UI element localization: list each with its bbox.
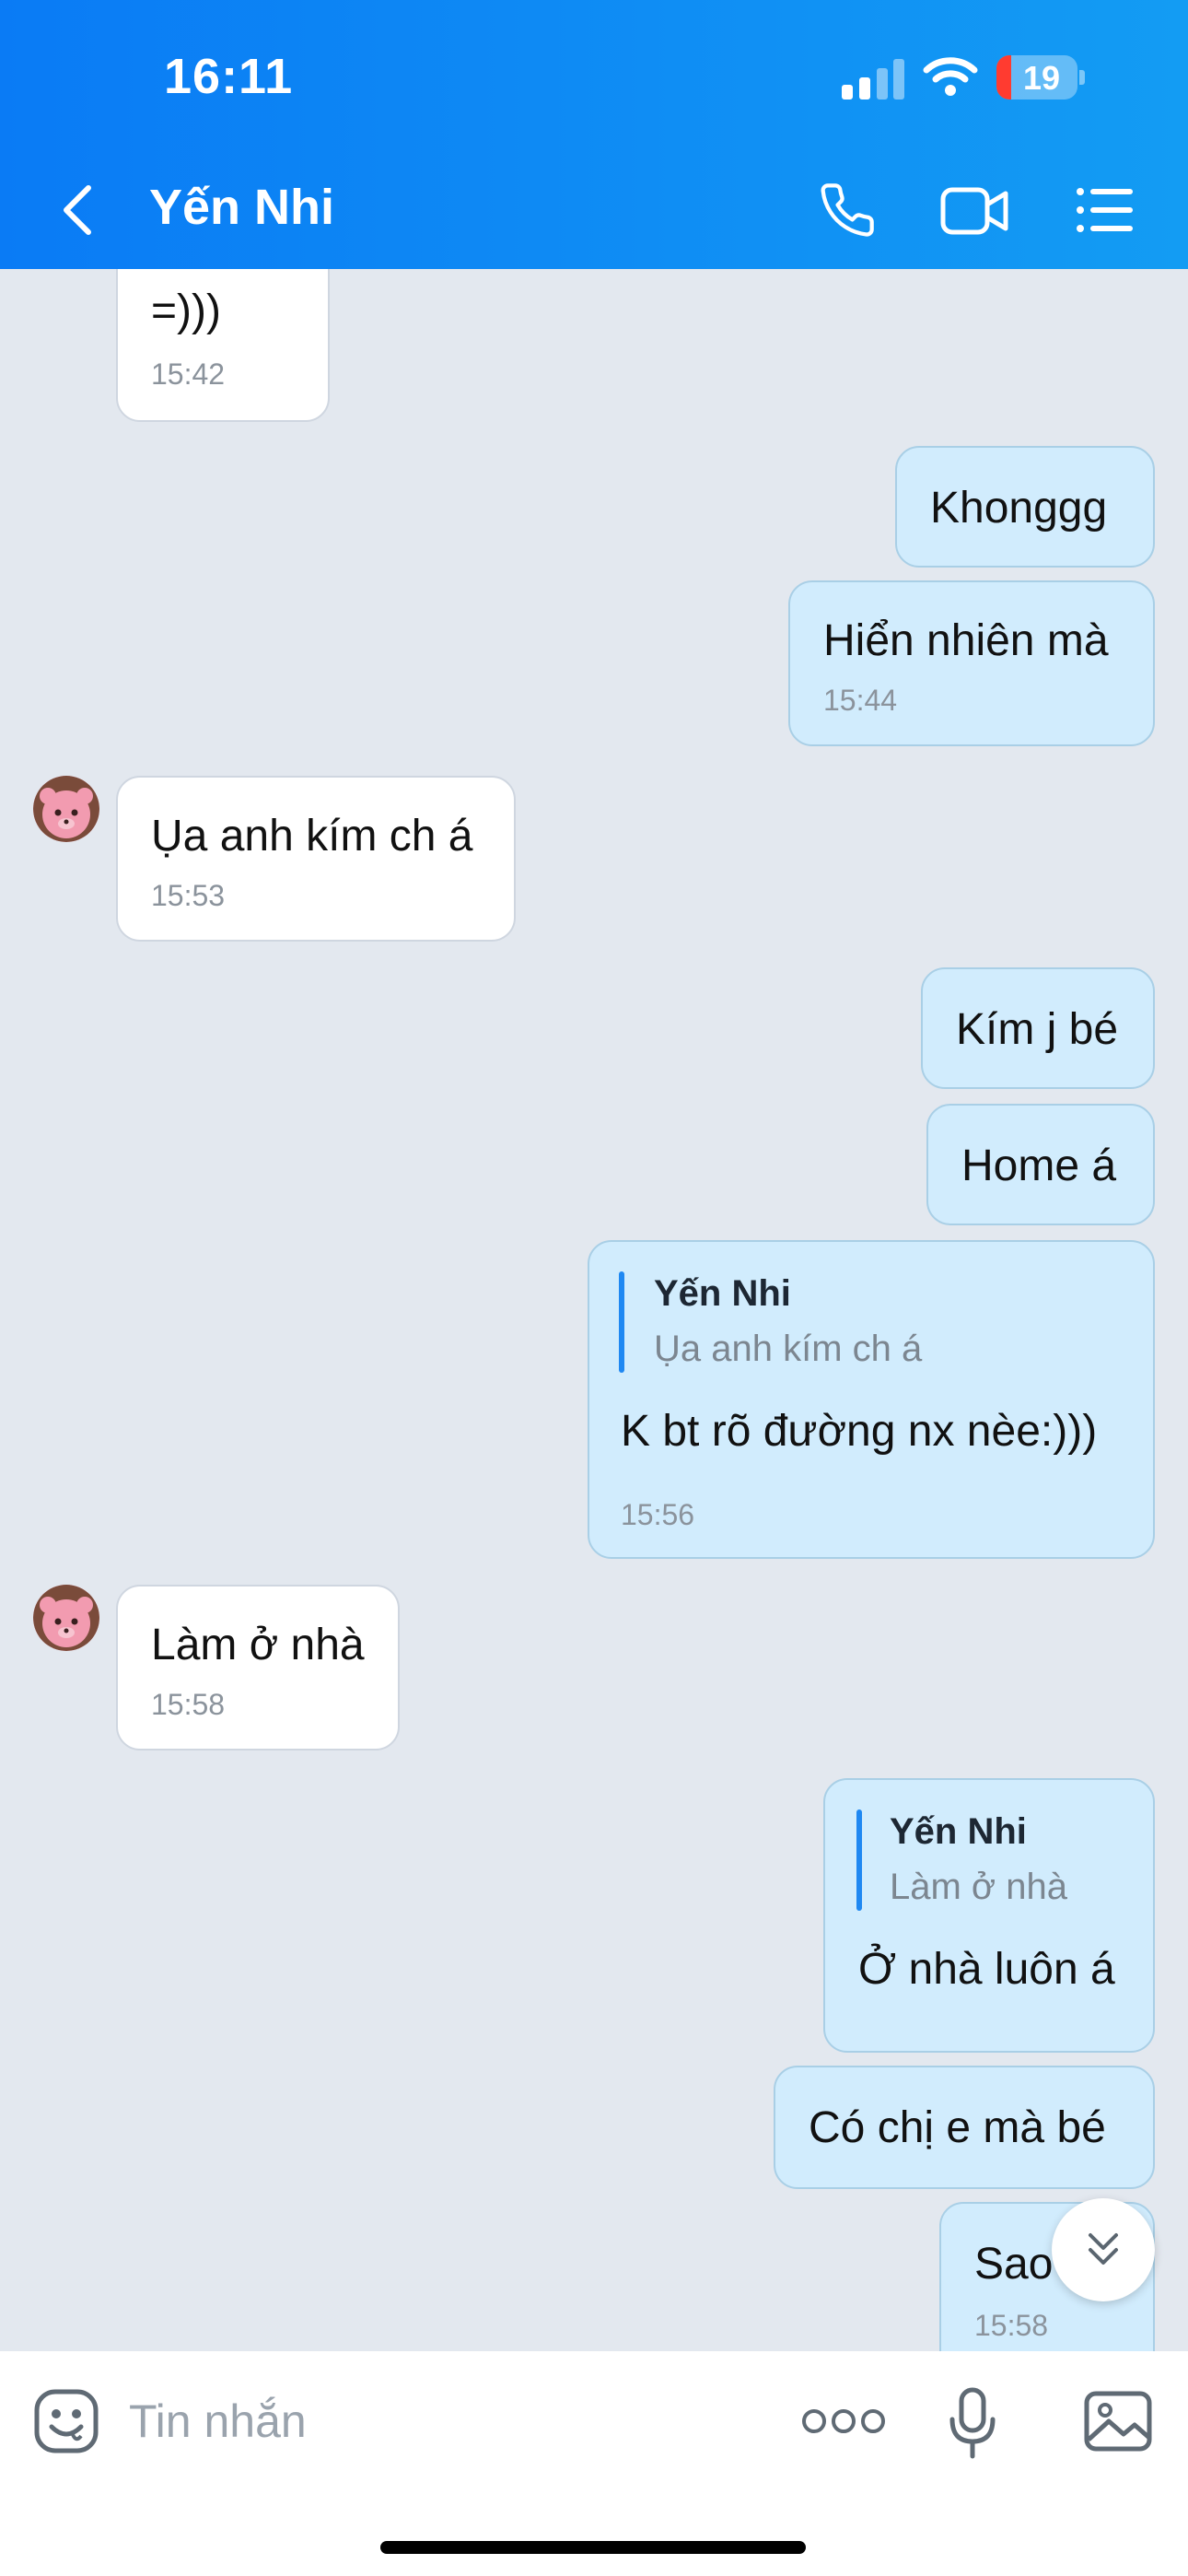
avatar[interactable] [33,1585,99,1651]
message-time: 15:44 [823,684,898,717]
microphone-icon[interactable] [945,2386,1000,2460]
message-time: 15:58 [151,1688,226,1721]
scroll-down-icon [1089,2233,1118,2265]
wifi-icon [923,57,978,96]
battery-indicator: 19 [996,55,1077,100]
emoji-icon[interactable] [33,2388,99,2454]
message-text: Hiển nhiên mà [823,616,1109,665]
status-bar: 16:11 19 [0,0,1188,157]
video-camera-icon[interactable] [939,184,1011,238]
quote-sender: Yến Nhi [890,1811,1027,1852]
message-time: 15:53 [151,879,226,912]
message-composer: Tin nhắn [0,2351,1188,2576]
message-bubble-outgoing-reply[interactable]: Yến Nhi Ụa anh kím ch á K bt rõ đường nx… [588,1240,1155,1559]
message-text: K bt rõ đường nx nèe:))) [621,1407,1098,1456]
message-bubble-outgoing[interactable]: Có chị e mà bé [774,2066,1155,2189]
battery-level: 19 [1022,59,1061,97]
avatar-image [33,1585,99,1651]
message-time: 15:58 [974,2309,1049,2342]
message-bubble-outgoing[interactable]: Hiển nhiên mà 15:44 [788,580,1155,746]
message-bubble-outgoing-reply[interactable]: Yến Nhi Làm ở nhà Ở nhà luôn á [823,1778,1155,2053]
quote-text: Ụa anh kím ch á [654,1329,923,1369]
chat-header: 16:11 19 Yến Nhi [0,0,1188,269]
avatar-image [33,776,99,842]
message-text: Khonggg [930,484,1108,533]
message-list[interactable]: =))) 15:42 Khonggg Hiển nhiên mà 15:44 Ụ… [0,269,1188,2351]
quote-bar [619,1271,624,1373]
message-text: =))) [151,287,221,335]
more-icon[interactable] [801,2406,886,2436]
message-bubble-outgoing[interactable]: Khonggg [895,446,1155,568]
message-text: Home á [961,1142,1117,1190]
phone-icon[interactable] [818,181,877,240]
message-text: Sao [974,2240,1054,2289]
message-text: Làm ở nhà [151,1621,365,1669]
message-time: 15:56 [621,1498,695,1531]
status-time: 16:11 [164,49,294,104]
quote-sender: Yến Nhi [654,1273,791,1314]
message-time: 15:42 [151,357,226,391]
list-menu-icon[interactable] [1076,186,1135,234]
message-text: Có chị e mà bé [809,2103,1106,2152]
back-arrow-icon[interactable] [59,184,96,236]
image-icon[interactable] [1083,2390,1153,2453]
message-bubble-outgoing[interactable]: Home á [926,1104,1155,1225]
message-bubble-incoming[interactable]: Ụa anh kím ch á 15:53 [116,776,516,942]
page-title[interactable]: Yến Nhi [149,179,334,236]
message-bubble-incoming[interactable]: Làm ở nhà 15:58 [116,1585,400,1751]
message-input-placeholder: Tin nhắn [129,2395,307,2447]
message-text: Kím j bé [956,1005,1119,1054]
message-text: Ụa anh kím ch á [151,812,473,861]
quote-text: Làm ở nhà [890,1867,1068,1907]
quote-bar [856,1809,862,1911]
message-input[interactable]: Tin nhắn [129,2388,774,2454]
scroll-to-bottom-button[interactable] [1052,2198,1155,2301]
cellular-signal-icon [842,59,904,100]
home-indicator [380,2541,806,2554]
message-bubble-incoming[interactable]: =))) 15:42 [116,269,330,422]
avatar[interactable] [33,776,99,842]
message-bubble-outgoing[interactable]: Kím j bé [921,967,1155,1089]
message-text: Ở nhà luôn á [858,1945,1115,1994]
